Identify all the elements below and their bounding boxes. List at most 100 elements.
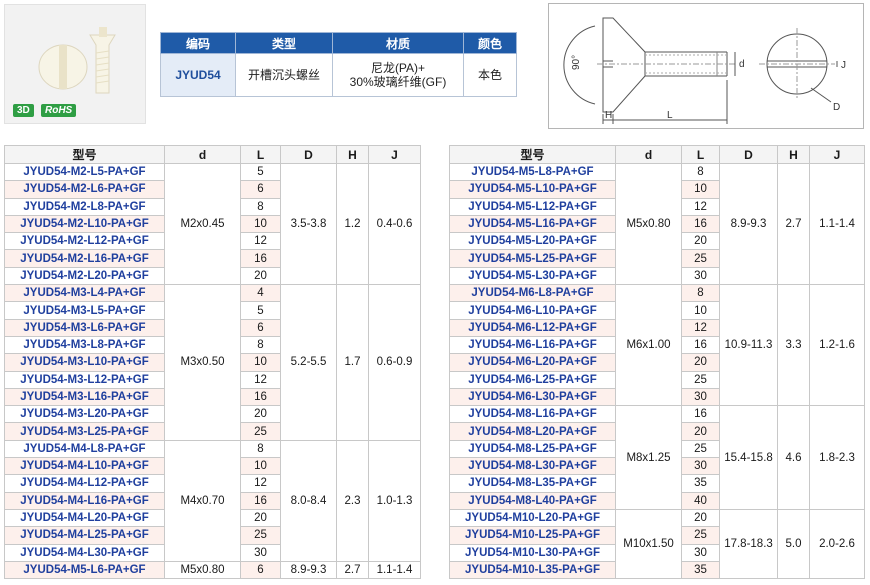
spec-h-cell: 2.7 (777, 162, 810, 286)
model-cell: JYUD54-M2-L10-PA+GF (4, 214, 165, 234)
header-j: J (368, 145, 421, 164)
length-cell: 16 (240, 387, 281, 407)
model-cell: JYUD54-M8-L20-PA+GF (449, 422, 616, 441)
length-cell: 5 (240, 301, 281, 320)
material-line-2: 30%玻璃纤维(GF) (349, 75, 447, 89)
spec-j-cell: 1.2-1.6 (809, 284, 865, 407)
product-info-table: 编码 类型 材质 颜色 JYUD54 开槽沉头螺丝 尼龙(PA)+ 30%玻璃纤… (160, 32, 517, 97)
spec-h-cell: 2.3 (336, 439, 369, 562)
length-cell: 6 (240, 180, 281, 199)
length-cell: 30 (681, 457, 720, 476)
length-cell: 8 (240, 197, 281, 216)
length-cell: 10 (240, 457, 281, 476)
length-cell: 12 (240, 474, 281, 493)
length-cell: 16 (681, 405, 720, 424)
model-cell: JYUD54-M8-L16-PA+GF (449, 405, 616, 424)
spec-j-cell: 0.4-0.6 (368, 162, 421, 286)
length-cell: 10 (681, 301, 720, 320)
model-cell: JYUD54-M2-L6-PA+GF (4, 180, 165, 199)
model-cell: JYUD54-M6-L12-PA+GF (449, 318, 616, 337)
length-cell: 35 (681, 560, 720, 580)
model-cell: JYUD54-M3-L5-PA+GF (4, 301, 165, 320)
length-cell: 30 (681, 387, 720, 407)
3d-badge: 3D (13, 104, 34, 117)
model-cell: JYUD54-M10-L25-PA+GF (449, 526, 616, 545)
header-D: D (719, 145, 778, 164)
length-cell: 25 (681, 249, 720, 268)
model-cell: JYUD54-M3-L20-PA+GF (4, 405, 165, 424)
header-h: H (336, 145, 369, 164)
length-cell: 25 (240, 422, 281, 441)
header-model: 型号 (449, 145, 616, 164)
model-cell: JYUD54-M5-L8-PA+GF (449, 162, 616, 182)
model-cell: JYUD54-M8-L30-PA+GF (449, 457, 616, 476)
length-cell: 8 (681, 284, 720, 303)
header-color: 颜色 (463, 32, 517, 54)
length-cell: 4 (240, 284, 281, 303)
spec-j-cell: 2.0-2.6 (809, 508, 865, 580)
header-l: L (240, 145, 281, 164)
thread-d-cell: M5x0.80 (164, 560, 241, 580)
length-cell: 20 (681, 353, 720, 372)
length-cell: 16 (681, 214, 720, 234)
spec-h-cell: 1.7 (336, 284, 369, 441)
header-d: d (164, 145, 241, 164)
length-cell: 5 (240, 162, 281, 182)
length-cell: 10 (681, 180, 720, 199)
length-cell: 16 (681, 335, 720, 355)
model-cell: JYUD54-M6-L8-PA+GF (449, 284, 616, 303)
product-type: 开槽沉头螺丝 (235, 53, 333, 97)
model-cell: JYUD54-M10-L20-PA+GF (449, 508, 616, 528)
length-cell: 8 (240, 439, 281, 459)
model-cell: JYUD54-M5-L20-PA+GF (449, 232, 616, 251)
length-cell: 12 (240, 370, 281, 389)
length-cell: 25 (681, 526, 720, 545)
model-cell: JYUD54-M6-L20-PA+GF (449, 353, 616, 372)
length-cell: 8 (681, 162, 720, 182)
header-j: J (809, 145, 865, 164)
spec-d-cell: 17.8-18.3 (719, 508, 778, 580)
product-color: 本色 (463, 53, 517, 97)
screw-drawing: 90° d H L J D (563, 17, 846, 124)
model-cell: JYUD54-M10-L35-PA+GF (449, 560, 616, 580)
material-line-1: 尼龙(PA)+ (370, 61, 426, 75)
length-cell: 12 (681, 197, 720, 216)
table-row: JYUD54-M4-L8-PA+GF M4x0.70 8 8.0-8.4 2.3 1.0-… (4, 439, 421, 562)
rohs-badge: RoHS (41, 104, 77, 117)
spec-d-cell: 5.2-5.5 (280, 284, 337, 441)
length-cell: 20 (681, 232, 720, 251)
length-cell: 20 (681, 422, 720, 441)
model-cell: JYUD54-M4-L20-PA+GF (4, 508, 165, 528)
table-row: JYUD54-M5-L6-PA+GF M5x0.80 6 8.9-9.3 2.7 1.1-… (4, 560, 421, 580)
length-cell: 6 (240, 318, 281, 337)
length-cell: 20 (240, 508, 281, 528)
spec-h-cell: 4.6 (777, 405, 810, 510)
length-cell: 35 (681, 474, 720, 493)
model-cell: JYUD54-M4-L16-PA+GF (4, 491, 165, 510)
label-l: L (667, 110, 673, 121)
model-cell: JYUD54-M8-L25-PA+GF (449, 439, 616, 459)
header-D: D (280, 145, 337, 164)
model-cell: JYUD54-M6-L30-PA+GF (449, 387, 616, 407)
model-cell: JYUD54-M2-L12-PA+GF (4, 232, 165, 251)
length-cell: 30 (681, 543, 720, 562)
spec-j-cell: 1.8-2.3 (809, 405, 865, 510)
product-material: 尼龙(PA)+ 30%玻璃纤维(GF) (332, 53, 464, 97)
model-cell: JYUD54-M5-L10-PA+GF (449, 180, 616, 199)
length-cell: 8 (240, 335, 281, 355)
length-cell: 30 (240, 543, 281, 562)
model-cell: JYUD54-M3-L8-PA+GF (4, 335, 165, 355)
label-j: J (841, 60, 846, 71)
header-l: L (681, 145, 720, 164)
model-cell: JYUD54-M8-L35-PA+GF (449, 474, 616, 493)
model-cell: JYUD54-M2-L8-PA+GF (4, 197, 165, 216)
model-cell: JYUD54-M3-L6-PA+GF (4, 318, 165, 337)
model-cell: JYUD54-M2-L20-PA+GF (4, 266, 165, 286)
length-cell: 25 (240, 526, 281, 545)
length-cell: 25 (681, 439, 720, 459)
header-material: 材质 (332, 32, 464, 54)
length-cell: 6 (240, 560, 281, 580)
table-row: JYUD54-M2-L5-PA+GF M2x0.45 5 3.5-3.8 1.2 0.4-… (4, 162, 421, 286)
technical-drawing: 90° d H L J D (548, 3, 864, 129)
model-cell: JYUD54-M3-L4-PA+GF (4, 284, 165, 303)
